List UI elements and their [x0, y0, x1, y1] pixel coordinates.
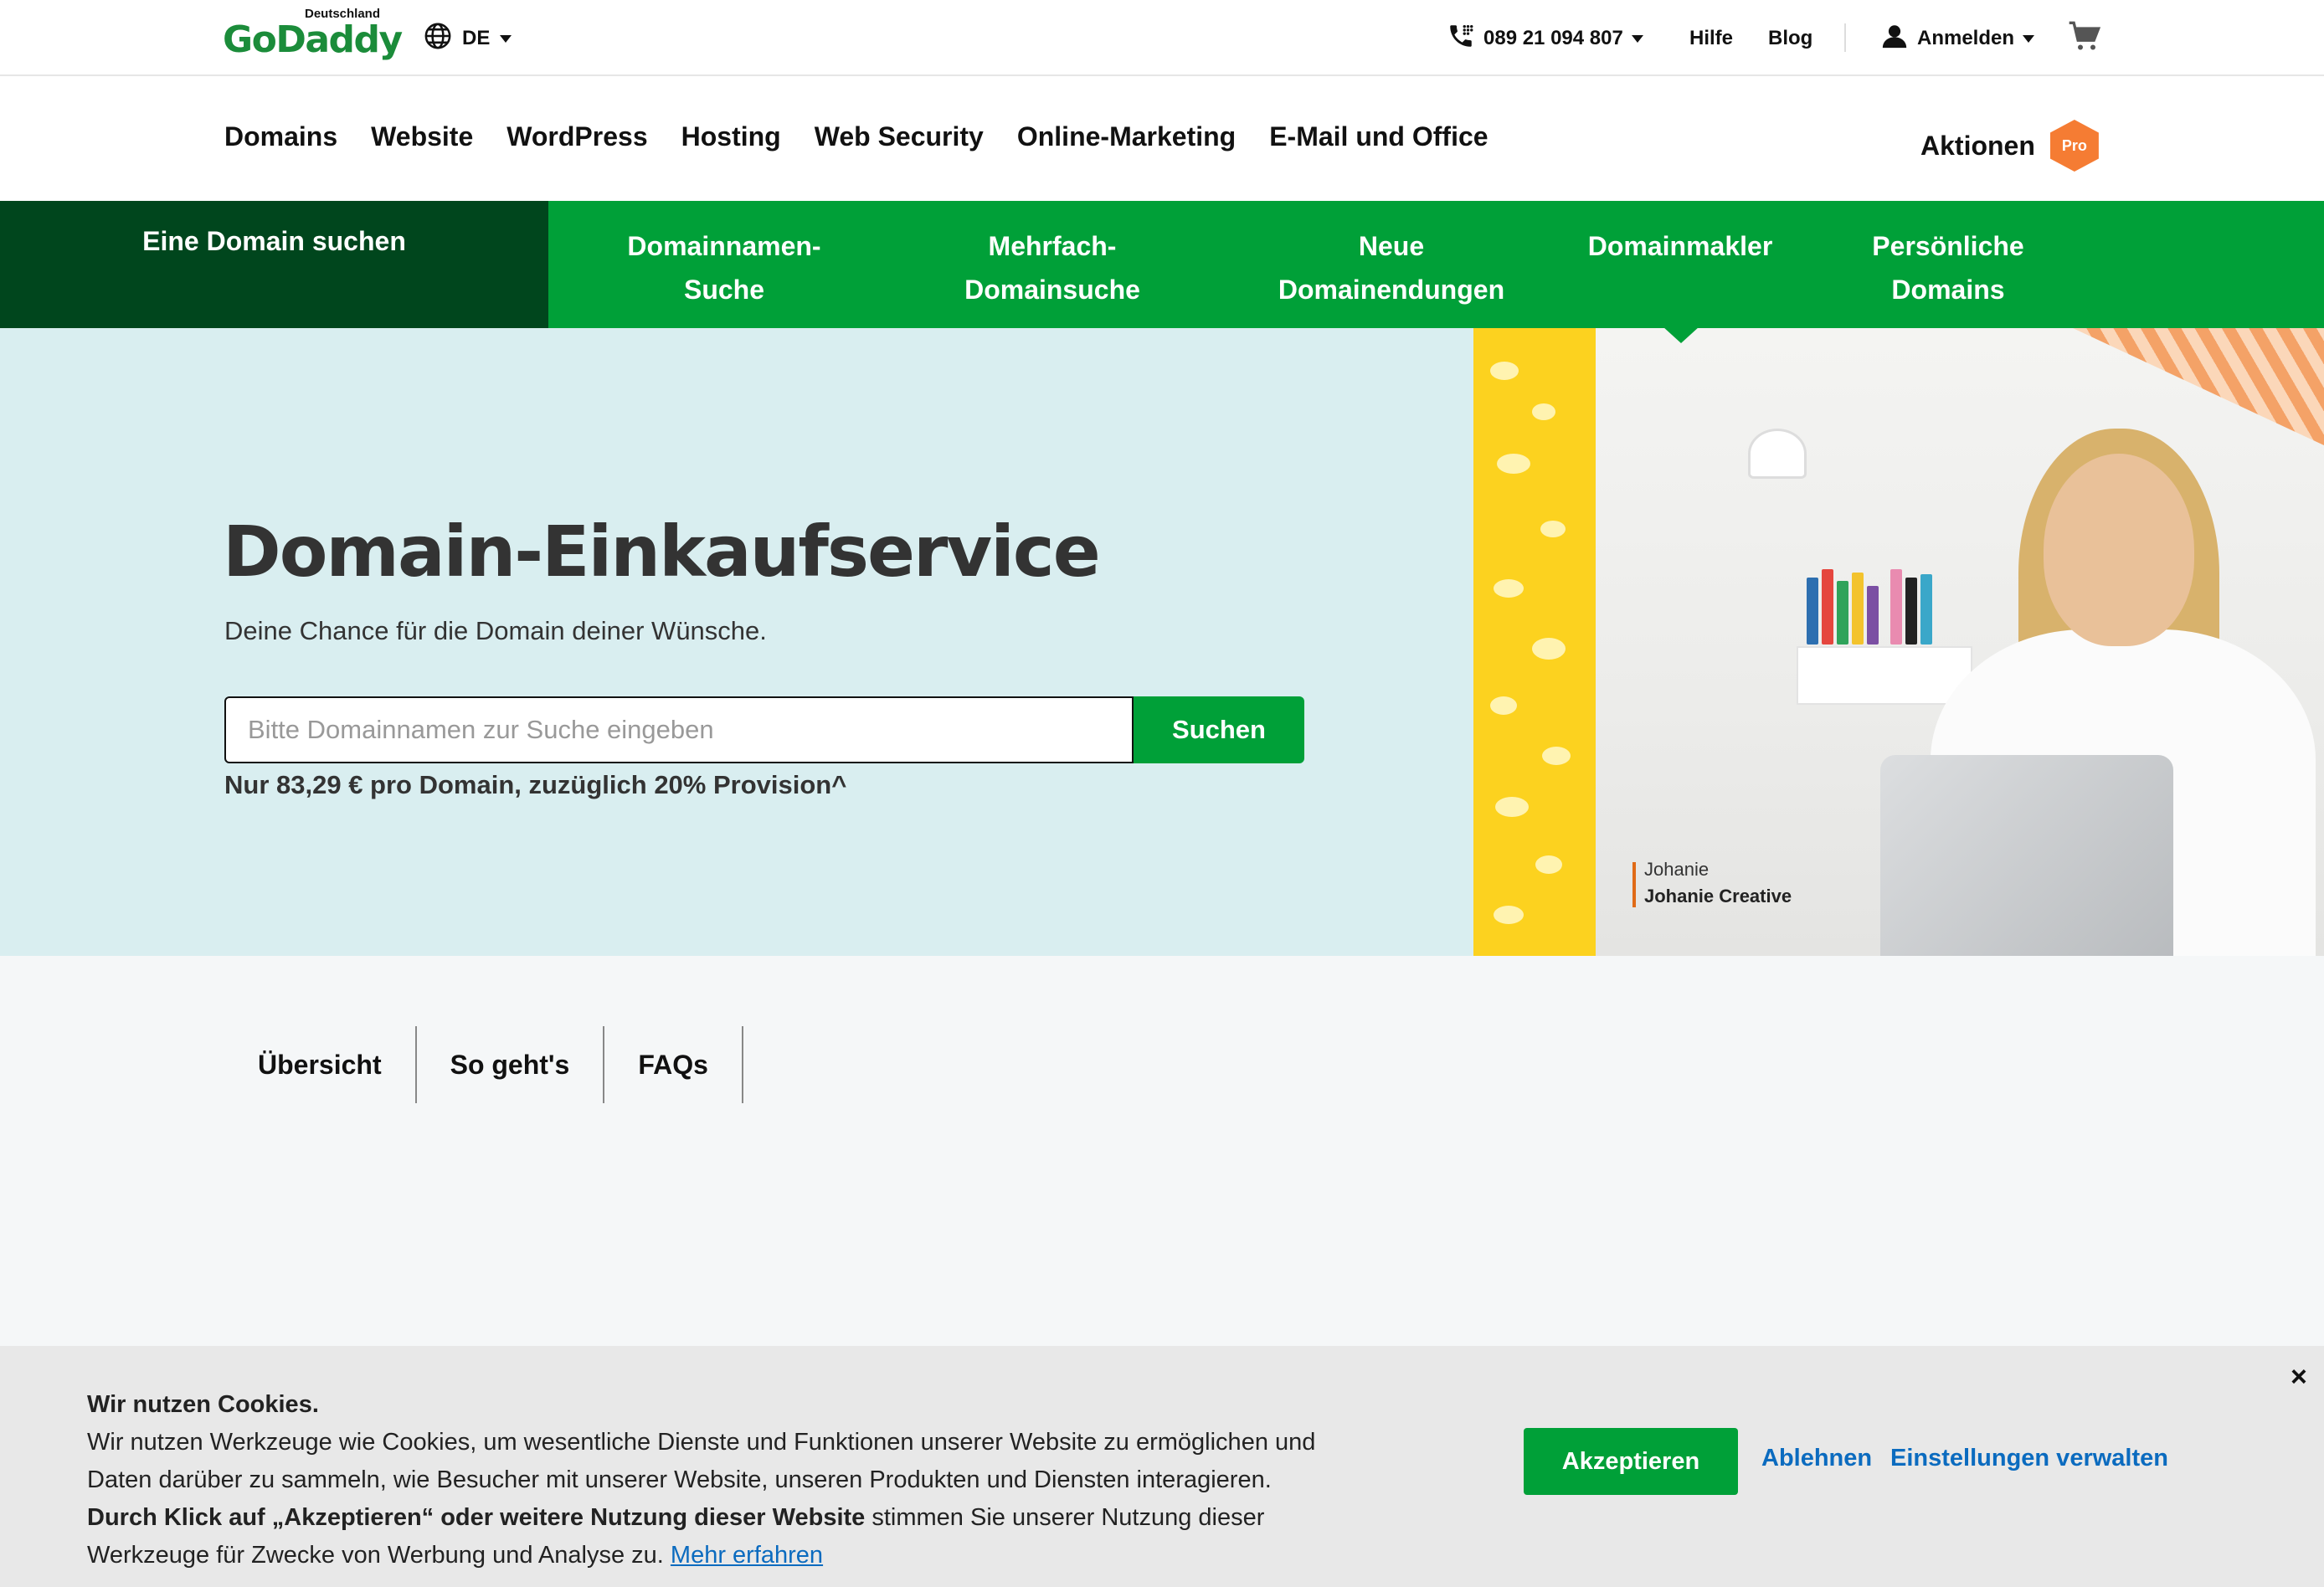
book	[1867, 586, 1879, 645]
cookie-text: Wir nutzen Cookies. Wir nutzen Werkzeuge…	[87, 1386, 1376, 1574]
yellow-decor-strip	[1473, 328, 1596, 956]
photo-caption-name: Johanie	[1644, 859, 1710, 880]
tab-how-it-works[interactable]: So geht's	[417, 1026, 605, 1103]
pro-badge[interactable]: Pro	[2049, 120, 2099, 172]
language-label: DE	[462, 27, 491, 49]
signin-menu[interactable]: Anmelden	[1880, 20, 2035, 57]
help-link[interactable]: Hilfe	[1689, 20, 1733, 57]
decor-blob	[1495, 797, 1529, 817]
photo-caption-accent	[1632, 862, 1636, 907]
subnav-label-line2: Domainendungen	[1278, 275, 1505, 305]
logo-wordmark: GoDaddy	[223, 18, 403, 61]
decor-blob	[1490, 696, 1517, 715]
subnav-personal-domains[interactable]: Persönliche Domains	[1859, 224, 2038, 311]
godaddy-logo[interactable]: Deutschland GoDaddy	[223, 5, 403, 64]
cart-icon[interactable]	[2068, 18, 2101, 55]
subnav-label-line1: Domainmakler	[1587, 231, 1773, 261]
phone-menu[interactable]: 089 21 094 807	[1447, 20, 1643, 57]
nav-web-security[interactable]: Web Security	[815, 121, 984, 152]
reject-cookies-link[interactable]: Ablehnen	[1761, 1445, 1872, 1472]
book	[1905, 578, 1917, 645]
person-face	[2044, 454, 2194, 646]
decor-blob	[1532, 638, 1566, 660]
book	[1837, 581, 1848, 645]
subnav-bulk-search[interactable]: Mehrfach- Domainsuche	[954, 224, 1150, 311]
book	[1822, 569, 1833, 645]
accept-cookies-button[interactable]: Akzeptieren	[1524, 1428, 1738, 1495]
chevron-down-icon	[500, 34, 512, 43]
top-utility-bar: Deutschland GoDaddy DE 089 21 094 807 Hi…	[0, 0, 2324, 76]
phone-icon	[1447, 22, 1475, 56]
globe-icon	[424, 22, 452, 56]
hero-subtitle: Deine Chance für die Domain deiner Wünsc…	[224, 616, 767, 645]
nav-hosting[interactable]: Hosting	[681, 121, 781, 152]
subnav-active-pointer	[1663, 326, 1699, 343]
decor-blob	[1494, 906, 1524, 924]
book	[1920, 574, 1932, 645]
cookie-bold-text: Durch Klick auf „Akzeptieren“ oder weite…	[87, 1504, 866, 1531]
price-note: Nur 83,29 € pro Domain, zuzüglich 20% Pr…	[224, 770, 847, 799]
main-nav-items: Domains Website WordPress Hosting Web Se…	[224, 121, 1488, 152]
nav-online-marketing[interactable]: Online-Marketing	[1017, 121, 1236, 152]
signin-label: Anmelden	[1917, 27, 2015, 49]
manage-settings-link[interactable]: Einstellungen verwalten	[1890, 1445, 2168, 1472]
subnav-domain-broker[interactable]: Domainmakler	[1582, 224, 1778, 268]
domain-subnav: Eine Domain suchen Domainnamen- Suche Me…	[0, 201, 2324, 328]
decor-blob	[1490, 362, 1519, 380]
cookie-body: Wir nutzen Werkzeuge wie Cookies, um wes…	[87, 1429, 1316, 1493]
search-button[interactable]: Suchen	[1134, 696, 1304, 763]
chevron-down-icon	[2023, 34, 2035, 43]
utility-divider	[1844, 23, 1846, 52]
desk-lamp	[1748, 429, 1807, 479]
main-navigation: Domains Website WordPress Hosting Web Se…	[0, 76, 2324, 201]
cookie-banner: Wir nutzen Cookies. Wir nutzen Werkzeuge…	[0, 1346, 2324, 1587]
book	[1890, 569, 1902, 645]
subnav-label-line2: Domainsuche	[964, 275, 1140, 305]
promotions-label: Aktionen	[1920, 130, 2035, 161]
close-icon[interactable]: ×	[2291, 1361, 2307, 1394]
nav-wordpress[interactable]: WordPress	[506, 121, 647, 152]
hero-section: Domain-Einkaufservice Deine Chance für d…	[0, 328, 2324, 956]
decor-blob	[1497, 454, 1530, 474]
promotions-link[interactable]: Aktionen Pro	[1920, 120, 2099, 172]
subnav-domain-search[interactable]: Domainnamen- Suche	[624, 224, 825, 311]
learn-more-link[interactable]: Mehr erfahren	[671, 1542, 823, 1569]
subnav-label-line2: Suche	[683, 275, 765, 305]
page-title: Domain-Einkaufservice	[223, 511, 1101, 593]
domain-search-input[interactable]	[224, 696, 1134, 763]
decor-blob	[1494, 579, 1524, 598]
page-tabs: Übersicht So geht's FAQs	[224, 1026, 743, 1103]
tab-overview[interactable]: Übersicht	[224, 1026, 417, 1103]
phone-number: 089 21 094 807	[1483, 27, 1623, 49]
decor-blob	[1542, 747, 1571, 765]
subnav-label-line1: Persönliche	[1872, 231, 2024, 261]
blog-link[interactable]: Blog	[1768, 20, 1812, 57]
shelf	[1797, 569, 1972, 705]
cookie-consent-text: Durch Klick auf „Akzeptieren“ oder weite…	[87, 1499, 1376, 1574]
subnav-label-line2: Domains	[1891, 275, 2005, 305]
cookie-title: Wir nutzen Cookies.	[87, 1391, 319, 1418]
subnav-new-extensions[interactable]: Neue Domainendungen	[1277, 224, 1506, 311]
user-icon	[1880, 22, 1909, 56]
decor-blob	[1535, 855, 1562, 874]
decor-blob	[1540, 521, 1566, 537]
nav-email-office[interactable]: E-Mail und Office	[1269, 121, 1488, 152]
nav-website[interactable]: Website	[371, 121, 473, 152]
hero-photo	[1473, 328, 2324, 956]
photo-caption-company: Johanie Creative	[1644, 886, 1792, 906]
laptop	[1880, 755, 2173, 956]
book	[1807, 578, 1818, 645]
subnav-label-line1: Neue	[1358, 231, 1425, 261]
subnav-label-line1: Domainnamen-	[627, 231, 821, 261]
chevron-down-icon	[1631, 34, 1643, 43]
decor-stripes	[2073, 328, 2324, 445]
subnav-label-line1: Mehrfach-	[988, 231, 1117, 261]
tab-faqs[interactable]: FAQs	[604, 1026, 743, 1103]
book	[1852, 573, 1864, 645]
subnav-find-domain[interactable]: Eine Domain suchen	[0, 201, 548, 328]
decor-blob	[1532, 403, 1555, 420]
language-selector[interactable]: DE	[424, 22, 512, 55]
nav-domains[interactable]: Domains	[224, 121, 337, 152]
